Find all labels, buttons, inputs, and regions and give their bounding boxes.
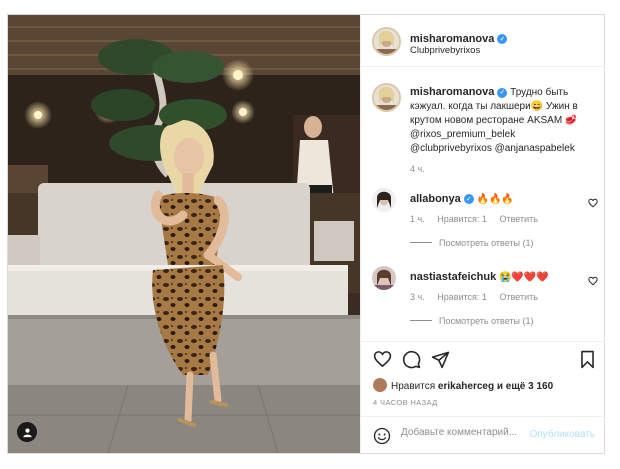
comment-meta: 3 ч. Нравится: 1 Ответить bbox=[410, 292, 548, 302]
reply-button[interactable]: Ответить bbox=[499, 292, 537, 302]
comment-meta: 1 ч. Нравится: 1 Ответить bbox=[410, 214, 548, 224]
view-replies-label: Посмотреть ответы (1) bbox=[439, 316, 534, 326]
author-username[interactable]: misharomanova bbox=[410, 33, 494, 45]
replies-divider bbox=[410, 320, 432, 321]
comment-time[interactable]: 3 ч. bbox=[410, 292, 425, 302]
post-header: misharomanova ✓ Clubprivebyrixos bbox=[361, 15, 605, 67]
likes-summary[interactable]: Нравится erikaherceg и ещё 3 160 bbox=[373, 378, 553, 392]
post-card: misharomanova ✓ Clubprivebyrixos misharom… bbox=[7, 14, 605, 454]
reply-button[interactable]: Ответить bbox=[499, 214, 537, 224]
comment-username[interactable]: allabonya bbox=[410, 193, 461, 205]
avatar[interactable] bbox=[372, 266, 396, 290]
likes-user[interactable]: erikaherceg bbox=[438, 381, 494, 392]
caption-body: misharomanova ✓ Трудно быть кэжуал. когда… bbox=[410, 85, 598, 176]
post-time-ago[interactable]: 4 ЧАСОВ НАЗАД bbox=[373, 398, 438, 407]
comment-like-heart-icon[interactable] bbox=[588, 195, 598, 213]
comment-likes[interactable]: Нравится: 1 bbox=[437, 214, 487, 224]
comment-like-heart-icon[interactable] bbox=[588, 273, 598, 291]
post-location[interactable]: Clubprivebyrixos bbox=[410, 45, 480, 56]
comment-text-row: nastiastafeichuk 😭❤️❤️❤️ bbox=[410, 271, 549, 283]
view-replies-button[interactable]: Посмотреть ответы (1) bbox=[410, 238, 534, 248]
avatar[interactable] bbox=[372, 27, 401, 56]
photo-illustration bbox=[8, 15, 360, 453]
verified-icon: ✓ bbox=[497, 34, 508, 44]
comment-username[interactable]: nastiastafeichuk bbox=[410, 271, 496, 283]
user-tag-icon[interactable] bbox=[17, 422, 37, 442]
comment-input[interactable] bbox=[401, 427, 541, 438]
view-replies-label: Посмотреть ответы (1) bbox=[439, 238, 534, 248]
verified-icon: ✓ bbox=[463, 194, 474, 204]
post-actions: Нравится erikaherceg и ещё 3 160 4 ЧАСОВ… bbox=[361, 341, 605, 454]
comment-text: 😭❤️❤️❤️ bbox=[498, 272, 549, 283]
caption-time[interactable]: 4 ч. bbox=[410, 162, 598, 176]
comment-likes[interactable]: Нравится: 1 bbox=[437, 292, 487, 302]
bookmark-icon[interactable] bbox=[579, 350, 596, 374]
share-icon[interactable] bbox=[431, 350, 450, 374]
comment-time[interactable]: 1 ч. bbox=[410, 214, 425, 224]
comment-text-row: allabonya ✓ 🔥🔥🔥 bbox=[410, 193, 514, 205]
likes-count[interactable]: и ещё 3 160 bbox=[497, 381, 553, 392]
caption-username[interactable]: misharomanova bbox=[410, 86, 494, 98]
avatar bbox=[373, 378, 387, 392]
smile-icon[interactable] bbox=[373, 427, 391, 450]
likes-prefix: Нравится bbox=[391, 381, 436, 392]
action-icons bbox=[373, 350, 597, 370]
add-comment-row: Опубликовать bbox=[361, 416, 605, 454]
replies-divider bbox=[410, 242, 432, 243]
post-sidebar: misharomanova ✓ Clubprivebyrixos misharom… bbox=[360, 15, 605, 453]
verified-icon: ✓ bbox=[497, 88, 508, 98]
post-photo[interactable] bbox=[8, 15, 360, 453]
avatar[interactable] bbox=[372, 188, 396, 212]
comment-icon[interactable] bbox=[402, 350, 421, 374]
view-replies-button[interactable]: Посмотреть ответы (1) bbox=[410, 316, 534, 326]
publish-button[interactable]: Опубликовать bbox=[530, 429, 595, 440]
avatar[interactable] bbox=[372, 83, 401, 112]
comment-text: 🔥🔥🔥 bbox=[476, 194, 514, 205]
heart-icon[interactable] bbox=[373, 350, 392, 373]
